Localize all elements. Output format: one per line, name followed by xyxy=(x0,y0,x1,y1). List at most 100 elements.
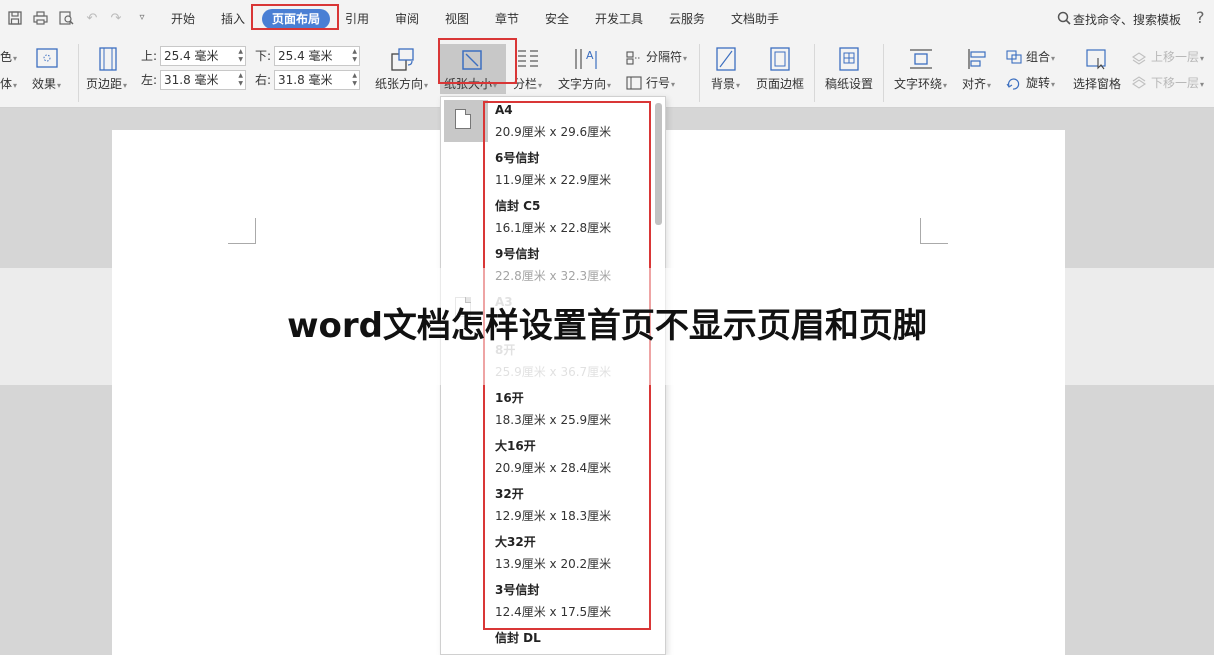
ribbon-separator xyxy=(699,44,700,102)
undo-icon[interactable]: ↶ xyxy=(84,10,100,26)
save-icon[interactable] xyxy=(7,10,23,26)
margin-corner-marker xyxy=(228,218,256,244)
tab-sections[interactable]: 章节 xyxy=(495,11,519,27)
margin-right-spinner-icon[interactable]: ▲ ▼ xyxy=(352,72,357,88)
print-icon[interactable] xyxy=(32,10,48,26)
paper-size-dimensions: 13.9厘米 x 20.2厘米 xyxy=(495,557,612,571)
article-title: word文档怎样设置首页不显示页眉和页脚 xyxy=(287,306,927,346)
tab-home[interactable]: 开始 xyxy=(171,11,195,27)
customize-icon[interactable]: ▿ xyxy=(134,10,150,26)
margin-right-label: 右: xyxy=(255,73,272,87)
paper-size-name: 32开 xyxy=(495,487,524,501)
rotate-icon xyxy=(1006,75,1022,94)
align-button[interactable]: 对齐▾ xyxy=(962,77,991,93)
dropdown-scrollbar-thumb[interactable] xyxy=(655,103,662,225)
paper-size-name: 9号信封 xyxy=(495,247,540,261)
paper-size-item[interactable]: 3号信封 12.4厘米 x 17.5厘米 xyxy=(495,581,655,629)
page-border-icon xyxy=(769,47,791,75)
margin-bottom-spinner-icon[interactable]: ▲ ▼ xyxy=(352,48,357,64)
ribbon-separator xyxy=(814,44,815,102)
margin-left-input[interactable]: 31.8 毫米 ▲ ▼ xyxy=(160,70,246,90)
orientation-icon xyxy=(390,46,416,76)
text-wrap-button[interactable]: 文字环绕▾ xyxy=(894,77,947,93)
breaks-button[interactable]: 分隔符▾ xyxy=(646,50,687,66)
tab-insert[interactable]: 插入 xyxy=(221,11,245,27)
paper-size-item[interactable]: 16开 18.3厘米 x 25.9厘米 xyxy=(495,389,655,437)
margin-left-spinner-icon[interactable]: ▲ ▼ xyxy=(238,72,243,88)
print-preview-icon[interactable] xyxy=(58,10,74,26)
send-backward-button[interactable]: 下移一层▾ xyxy=(1151,76,1204,92)
tab-references[interactable]: 引用 xyxy=(345,11,369,27)
send-backward-icon xyxy=(1131,75,1147,94)
paper-size-name: 信封 C5 xyxy=(495,199,541,213)
bring-forward-button[interactable]: 上移一层▾ xyxy=(1151,50,1204,66)
selection-pane-button[interactable]: 选择窗格 xyxy=(1073,77,1121,91)
columns-button[interactable]: 分栏▾ xyxy=(513,77,542,93)
paper-size-item[interactable]: 32开 12.9厘米 x 18.3厘米 xyxy=(495,485,655,533)
margins-button[interactable]: 页边距▾ xyxy=(86,77,127,93)
command-search[interactable]: 查找命令、搜索模板 xyxy=(1057,11,1181,29)
ribbon-separator xyxy=(883,44,884,102)
margin-top-label: 上: xyxy=(141,49,158,63)
paper-size-name: 信封 DL xyxy=(495,631,541,645)
margin-top-input[interactable]: 25.4 毫米 ▲ ▼ xyxy=(160,46,246,66)
paper-size-name: 6号信封 xyxy=(495,151,540,165)
paper-size-dimensions: 16.1厘米 x 22.8厘米 xyxy=(495,221,612,235)
theme-color-button[interactable]: 色▾ xyxy=(0,50,17,66)
page-border-button[interactable]: 页面边框 xyxy=(756,77,804,91)
background-button[interactable]: 背景▾ xyxy=(711,77,740,93)
tab-view[interactable]: 视图 xyxy=(445,11,469,27)
paper-size-item[interactable]: 大32开 13.9厘米 x 20.2厘米 xyxy=(495,533,655,581)
tab-security[interactable]: 安全 xyxy=(545,11,569,27)
paper-size-item[interactable]: 信封 DL xyxy=(495,629,655,654)
background-icon xyxy=(715,47,737,75)
manuscript-settings-button[interactable]: 稿纸设置 xyxy=(825,77,873,91)
line-numbers-icon xyxy=(626,75,642,94)
paper-size-item[interactable]: 信封 C5 16.1厘米 x 22.8厘米 xyxy=(495,197,655,245)
paper-size-dimensions: 12.9厘米 x 18.3厘米 xyxy=(495,509,612,523)
help-icon[interactable]: ? xyxy=(1196,9,1205,27)
ribbon-separator xyxy=(78,44,79,102)
paper-size-dimensions: 18.3厘米 x 25.9厘米 xyxy=(495,413,612,427)
columns-icon xyxy=(516,48,540,74)
paper-size-name: 大32开 xyxy=(495,535,536,549)
selection-pane-icon xyxy=(1086,48,1108,74)
group-icon xyxy=(1006,49,1022,68)
paper-size-item[interactable]: 大16开 20.9厘米 x 28.4厘米 xyxy=(495,437,655,485)
paper-size-item[interactable]: 6号信封 11.9厘米 x 22.9厘米 xyxy=(495,149,655,197)
page-icon xyxy=(455,109,471,129)
paper-size-name: A4 xyxy=(495,103,513,117)
margin-bottom-input[interactable]: 25.4 毫米 ▲ ▼ xyxy=(274,46,360,66)
margin-corner-marker xyxy=(920,218,948,244)
group-button[interactable]: 组合▾ xyxy=(1026,50,1055,66)
paper-size-item[interactable]: A4 20.9厘米 x 29.6厘米 xyxy=(495,101,655,149)
line-numbers-button[interactable]: 行号▾ xyxy=(646,76,675,92)
paper-size-dimensions: 20.9厘米 x 28.4厘米 xyxy=(495,461,612,475)
text-wrap-icon xyxy=(908,48,934,74)
tab-developer[interactable]: 开发工具 xyxy=(595,11,643,27)
orientation-button[interactable]: 纸张方向▾ xyxy=(375,77,428,93)
text-direction-button[interactable]: 文字方向▾ xyxy=(558,77,611,93)
svg-text:A: A xyxy=(586,49,594,62)
redo-icon[interactable]: ↷ xyxy=(108,10,124,26)
search-icon xyxy=(1057,11,1071,29)
tab-review[interactable]: 审阅 xyxy=(395,11,419,27)
margin-left-label: 左: xyxy=(141,73,158,87)
search-label: 查找命令、搜索模板 xyxy=(1073,13,1182,27)
menu-bar: ↶ ↷ ▿ 开始 插入 页面布局 引用 审阅 视图 章节 安全 开发工具 云服务… xyxy=(0,0,1214,38)
margins-icon xyxy=(98,47,118,75)
margin-top-spinner-icon[interactable]: ▲ ▼ xyxy=(238,48,243,64)
align-icon xyxy=(967,48,989,74)
tab-page-layout[interactable]: 页面布局 xyxy=(262,9,330,29)
margin-right-input[interactable]: 31.8 毫米 ▲ ▼ xyxy=(274,70,360,90)
margin-bottom-label: 下: xyxy=(255,49,272,63)
tab-doc-assistant[interactable]: 文档助手 xyxy=(731,11,779,27)
theme-font-button[interactable]: 体▾ xyxy=(0,77,17,93)
bring-forward-icon xyxy=(1131,50,1147,69)
effects-button[interactable]: 效果▾ xyxy=(32,77,61,93)
rotate-button[interactable]: 旋转▾ xyxy=(1026,76,1055,92)
breaks-icon xyxy=(626,50,642,69)
paper-size-name: 16开 xyxy=(495,391,524,405)
tab-cloud-services[interactable]: 云服务 xyxy=(669,11,705,27)
paper-size-icon xyxy=(461,49,483,75)
